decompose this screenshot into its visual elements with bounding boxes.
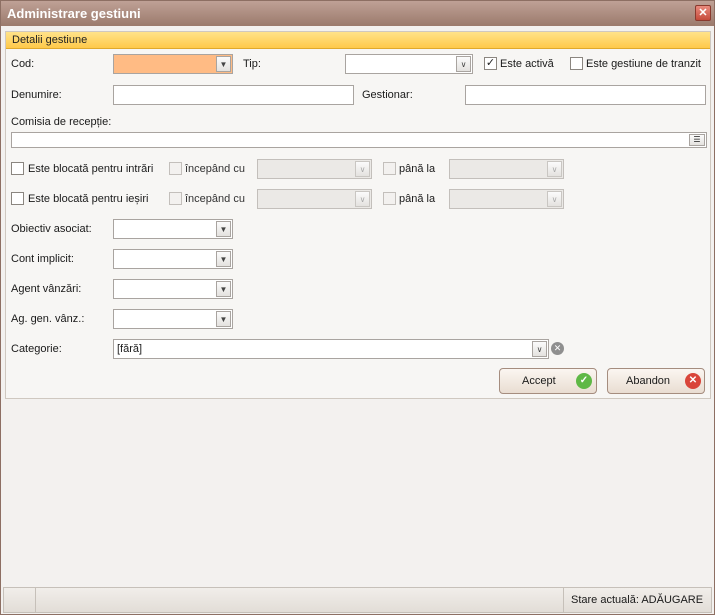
blocata-iesiri-checkbox[interactable] — [11, 192, 24, 205]
iesiri-pana-label: până la — [399, 193, 436, 205]
status-segment — [36, 588, 564, 612]
list-icon[interactable]: ☰ — [689, 134, 705, 146]
chevron-down-icon[interactable]: ∨ — [547, 161, 562, 177]
iesiri-start-date-combo[interactable]: ∨ — [257, 189, 372, 209]
tip-label: Tip: — [243, 58, 261, 70]
chevron-down-icon[interactable]: ▼ — [216, 221, 231, 237]
cod-combo[interactable]: ▼ — [113, 54, 233, 74]
agent-combo[interactable]: ▼ — [113, 279, 233, 299]
tranzit-label: Este gestiune de tranzit — [586, 58, 701, 70]
tranzit-checkbox[interactable] — [570, 57, 583, 70]
cancel-circle-icon: ✕ — [685, 373, 701, 389]
ag-gen-label: Ag. gen. vânz.: — [11, 313, 85, 325]
categorie-label: Categorie: — [11, 343, 62, 355]
agent-label: Agent vânzări: — [11, 283, 82, 295]
accept-button[interactable]: Accept ✓ — [499, 368, 597, 394]
este-activa-checkbox[interactable]: ✓ — [484, 57, 497, 70]
denumire-label: Denumire: — [11, 89, 62, 101]
cod-label: Cod: — [11, 58, 35, 70]
window-title: Administrare gestiuni — [7, 6, 141, 21]
categorie-combo[interactable]: [fără] ∨ — [113, 339, 549, 359]
chevron-down-icon[interactable]: ▼ — [216, 311, 231, 327]
abandon-label: Abandon — [626, 375, 671, 387]
intrari-pana-checkbox[interactable] — [383, 162, 396, 175]
intrari-incepand-label: începând cu — [185, 163, 245, 175]
chevron-down-icon[interactable]: ∨ — [355, 161, 370, 177]
gestionar-input[interactable] — [465, 85, 706, 105]
iesiri-pana-checkbox[interactable] — [383, 192, 396, 205]
status-bar: Stare actuală: ADĂUGARE — [3, 587, 712, 613]
blocata-iesiri-label: Este blocată pentru ieșiri — [28, 193, 149, 205]
chevron-down-icon[interactable]: ∨ — [547, 191, 562, 207]
este-activa-label: Este activă — [500, 58, 554, 70]
title-bar[interactable]: Administrare gestiuni ✕ — [1, 1, 714, 26]
clear-icon[interactable]: ✕ — [551, 342, 564, 355]
intrari-incepand-checkbox[interactable] — [169, 162, 182, 175]
ag-gen-combo[interactable]: ▼ — [113, 309, 233, 329]
chevron-down-icon[interactable]: ∨ — [355, 191, 370, 207]
iesiri-incepand-label: începând cu — [185, 193, 245, 205]
dialog-window: Administrare gestiuni ✕ Detalii gestiune… — [0, 0, 715, 615]
iesiri-incepand-checkbox[interactable] — [169, 192, 182, 205]
cont-label: Cont implicit: — [11, 253, 74, 265]
status-text: Stare actuală: ADĂUGARE — [571, 594, 704, 606]
details-panel: Detalii gestiune Cod: ▼ Tip: ∨ ✓ Este ac… — [5, 31, 711, 399]
status-segment — [4, 588, 36, 612]
comisia-label: Comisia de recepție: — [11, 116, 112, 128]
obiectiv-label: Obiectiv asociat: — [11, 223, 92, 235]
chevron-down-icon[interactable]: ▼ — [216, 56, 231, 72]
gestionar-label: Gestionar: — [362, 89, 413, 101]
chevron-down-icon[interactable]: ▼ — [216, 281, 231, 297]
abandon-button[interactable]: Abandon ✕ — [607, 368, 705, 394]
iesiri-end-date-combo[interactable]: ∨ — [449, 189, 564, 209]
blocata-intrari-checkbox[interactable] — [11, 162, 24, 175]
accept-label: Accept — [522, 375, 556, 387]
cont-combo[interactable]: ▼ — [113, 249, 233, 269]
intrari-end-date-combo[interactable]: ∨ — [449, 159, 564, 179]
close-button[interactable]: ✕ — [695, 5, 711, 21]
tip-combo[interactable]: ∨ — [345, 54, 473, 74]
comisia-input[interactable]: ☰ — [11, 132, 707, 148]
obiectiv-combo[interactable]: ▼ — [113, 219, 233, 239]
check-circle-icon: ✓ — [576, 373, 592, 389]
denumire-input[interactable] — [113, 85, 354, 105]
chevron-down-icon[interactable]: ∨ — [456, 56, 471, 72]
chevron-down-icon[interactable]: ▼ — [216, 251, 231, 267]
close-icon: ✕ — [698, 7, 708, 19]
intrari-pana-label: până la — [399, 163, 436, 175]
categorie-value: [fără] — [117, 343, 143, 355]
blocata-intrari-label: Este blocată pentru intrări — [28, 163, 154, 175]
panel-header: Detalii gestiune — [6, 32, 710, 49]
intrari-start-date-combo[interactable]: ∨ — [257, 159, 372, 179]
chevron-down-icon[interactable]: ∨ — [532, 341, 547, 357]
